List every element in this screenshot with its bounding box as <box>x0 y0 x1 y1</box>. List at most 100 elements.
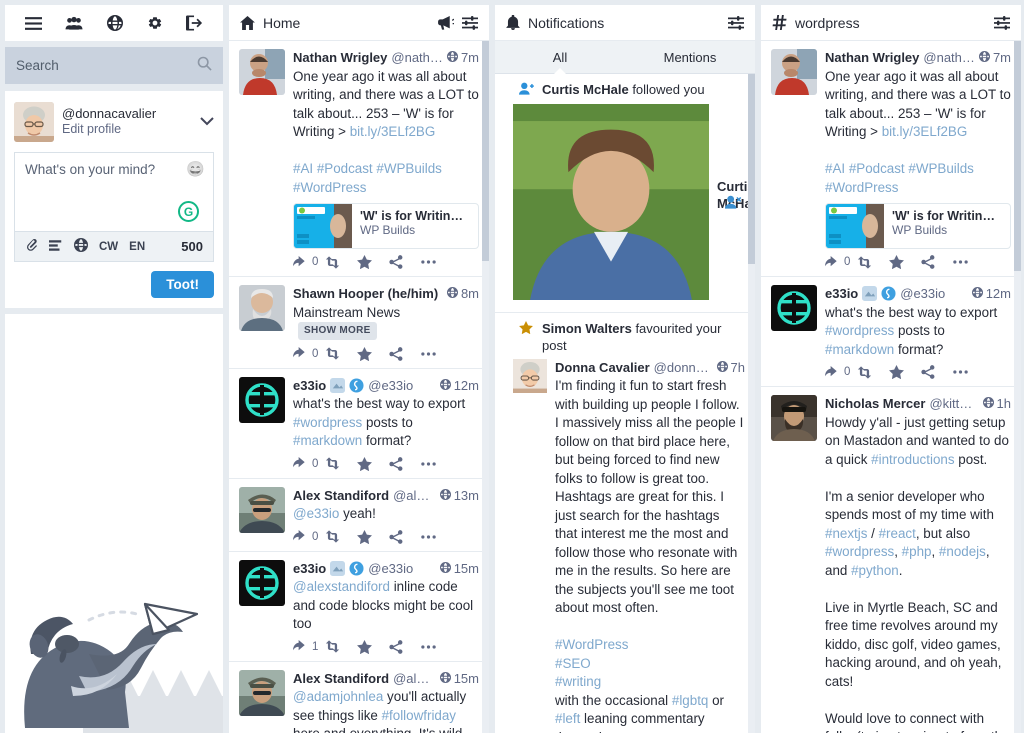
reply-icon[interactable]: 0 <box>293 457 325 470</box>
status[interactable]: Shawn Hooper (he/him) @sh... 8m Mainstream … <box>229 277 489 369</box>
account-row[interactable]: @donnacavalier Edit profile <box>14 100 214 152</box>
status-link[interactable]: #php <box>902 544 932 559</box>
account-handle[interactable]: @sh... <box>442 285 443 303</box>
avatar[interactable] <box>239 486 285 533</box>
status-link[interactable]: #wordpress <box>825 544 894 559</box>
sliders-icon[interactable] <box>728 15 744 30</box>
share-icon[interactable] <box>389 346 421 361</box>
boost-icon[interactable] <box>325 530 357 543</box>
display-name[interactable]: Shawn Hooper (he/him) <box>293 285 438 303</box>
cw-toggle[interactable]: CW <box>99 241 118 253</box>
chevron-down-icon[interactable] <box>200 113 214 131</box>
scrollbar-track[interactable] <box>748 74 755 733</box>
link-preview-card[interactable]: 'W' is for Writing - WP Bui...WP Builds <box>293 203 479 250</box>
scrollbar-thumb[interactable] <box>1014 41 1021 271</box>
status-link[interactable]: #introductions <box>871 452 954 467</box>
actor-name[interactable]: Curtis McHale <box>542 82 629 97</box>
scrollbar-track[interactable] <box>1014 41 1021 733</box>
megaphone-icon[interactable] <box>438 15 454 30</box>
avatar[interactable] <box>513 358 547 398</box>
column-body-notifications[interactable]: Curtis McHale followed youCurtis McHale@… <box>495 74 755 733</box>
display-name[interactable]: e33io <box>293 377 326 395</box>
share-icon[interactable] <box>921 255 953 269</box>
language-selector[interactable]: EN <box>129 241 145 253</box>
gear-icon[interactable] <box>147 15 163 31</box>
share-icon[interactable] <box>389 255 421 269</box>
account-handle[interactable]: @kittabit@to... <box>929 395 978 413</box>
status-link[interactable]: #python <box>851 563 899 578</box>
boost-icon[interactable] <box>857 255 889 269</box>
scrollbar-thumb[interactable] <box>482 41 489 261</box>
person-remove-icon[interactable] <box>725 195 745 214</box>
avatar[interactable] <box>771 395 817 442</box>
notification-status[interactable]: Donna Cavalier@donnacavalier 7h I'm findin… <box>505 358 745 733</box>
display-name[interactable]: Nicholas Mercer <box>825 395 925 413</box>
favourite-star-icon[interactable] <box>889 365 921 380</box>
favourite-star-icon[interactable] <box>357 456 389 471</box>
status[interactable]: e33io @e33io 12m what's the best way to exp… <box>761 277 1021 388</box>
compose-textarea[interactable]: What's on your mind? 😄 G <box>15 153 213 231</box>
status-link[interactable]: #wordpress <box>293 415 362 430</box>
status[interactable]: Alex Standiford@alexstandif... 13m @e33io … <box>229 479 489 552</box>
status-link[interactable]: #react <box>879 526 916 541</box>
display-name[interactable]: Alex Standiford <box>293 487 389 505</box>
actor-name[interactable]: Simon Walters <box>542 321 632 336</box>
boost-icon[interactable] <box>325 640 357 653</box>
logout-icon[interactable] <box>186 15 203 31</box>
status[interactable]: Nathan Wrigley@nathan@wp... 7m One year ag… <box>229 41 489 278</box>
account-handle[interactable]: @alexstandif... <box>393 487 436 505</box>
boost-icon[interactable] <box>857 365 889 379</box>
status-link[interactable]: #AI #Podcast #WPBuilds #WordPress <box>825 161 978 195</box>
status-link[interactable]: #markdown <box>293 433 362 448</box>
poll-icon[interactable] <box>49 239 63 255</box>
status-link[interactable]: bit.ly/3ELf2BG <box>350 124 436 139</box>
display-name[interactable]: Alex Standiford <box>293 670 389 688</box>
boost-icon[interactable] <box>325 457 357 470</box>
account-handle[interactable]: @e33io <box>368 560 435 578</box>
column-body-wordpress[interactable]: Nathan Wrigley@nathan@wp... 7m One year ag… <box>761 41 1021 733</box>
account-handle[interactable]: @nathan@wp... <box>923 49 975 67</box>
reply-icon[interactable]: 0 <box>825 365 857 379</box>
status-link[interactable]: #markdown <box>825 342 894 357</box>
reply-icon[interactable]: 0 <box>825 255 857 269</box>
status[interactable]: e33io @e33io 15m @alexstandiford inline cod… <box>229 552 489 662</box>
status-link[interactable]: #nodejs <box>939 544 986 559</box>
status-link[interactable]: #wordpress <box>825 323 894 338</box>
more-options-icon[interactable] <box>421 644 453 650</box>
grammar-check-icon[interactable]: G <box>178 201 199 222</box>
favourite-star-icon[interactable] <box>889 255 921 270</box>
favourite-star-icon[interactable] <box>357 255 389 270</box>
status-link[interactable]: @adamjohnlea <box>293 689 383 704</box>
edit-profile-link[interactable]: Edit profile <box>62 122 192 138</box>
more-options-icon[interactable] <box>953 259 985 265</box>
scrollbar-track[interactable] <box>482 41 489 733</box>
boost-icon[interactable] <box>325 347 357 360</box>
notification-favourite[interactable]: Simon Walters favourited your post Donna … <box>495 313 755 733</box>
share-icon[interactable] <box>389 456 421 471</box>
status-link[interactable]: #left <box>555 711 580 726</box>
status-link[interactable]: #followfriday <box>382 708 456 723</box>
avatar[interactable] <box>239 376 285 423</box>
avatar[interactable] <box>771 49 817 95</box>
reply-icon[interactable]: 0 <box>293 530 325 543</box>
account-handle[interactable]: @e33io <box>900 285 967 303</box>
status-link[interactable]: bit.ly/3ELf2BG <box>882 124 968 139</box>
more-options-icon[interactable] <box>421 534 453 540</box>
avatar[interactable] <box>239 285 285 332</box>
display-name[interactable]: Nathan Wrigley <box>825 49 919 67</box>
globe-icon[interactable] <box>106 15 123 31</box>
status-link[interactable]: #SEO <box>555 656 591 671</box>
account-handle[interactable]: @e33io <box>368 377 435 395</box>
toot-button[interactable]: Toot! <box>151 271 214 298</box>
more-options-icon[interactable] <box>421 351 453 357</box>
status-link[interactable]: @alexstandiford <box>293 579 390 594</box>
column-body-home[interactable]: Nathan Wrigley@nathan@wp... 7m One year ag… <box>229 41 489 733</box>
display-name[interactable]: Donna Cavalier <box>555 359 650 377</box>
show-more-button[interactable]: SHOW MORE <box>298 322 377 340</box>
avatar[interactable] <box>239 49 285 95</box>
display-name[interactable]: e33io <box>293 560 326 578</box>
display-name[interactable]: e33io <box>825 285 858 303</box>
account-handle[interactable]: @nathan@wp... <box>391 49 443 67</box>
more-options-icon[interactable] <box>421 259 453 265</box>
sliders-icon[interactable] <box>994 15 1010 30</box>
